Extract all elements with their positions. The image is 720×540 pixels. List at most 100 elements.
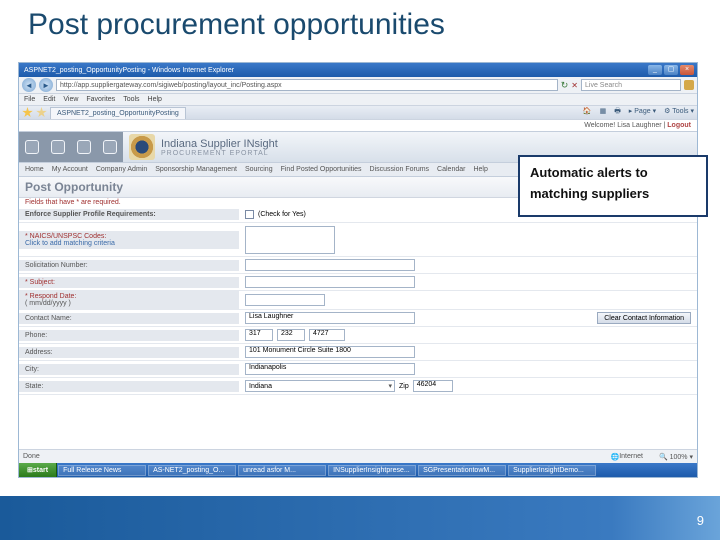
refresh-icon[interactable]: ↻ bbox=[561, 80, 569, 91]
phone-prefix-input[interactable]: 232 bbox=[277, 329, 305, 341]
favorites-icon[interactable] bbox=[22, 107, 33, 118]
nav-home[interactable]: Home bbox=[25, 166, 44, 173]
status-done: Done bbox=[23, 453, 610, 460]
browser-toolbar: ◄ ► http://app.suppliergateway.com/sigiw… bbox=[19, 77, 697, 94]
start-button[interactable]: ⊞ start bbox=[19, 463, 57, 477]
nav-sponsorship[interactable]: Sponsorship Management bbox=[155, 166, 237, 173]
label-contact: Contact Name: bbox=[19, 313, 239, 324]
label-phone: Phone: bbox=[19, 330, 239, 341]
taskbar-item[interactable]: Full Release News bbox=[58, 465, 146, 476]
state-select[interactable]: Indiana bbox=[245, 380, 395, 392]
banner-glyph-icon bbox=[77, 140, 91, 154]
tools-menu[interactable]: ⚙ Tools ▾ bbox=[664, 107, 694, 118]
close-button[interactable]: × bbox=[680, 65, 694, 75]
solicitation-input[interactable] bbox=[245, 259, 415, 271]
banner-icon-strip bbox=[19, 132, 123, 162]
welcome-label: Welcome! bbox=[584, 122, 617, 129]
nav-company-admin[interactable]: Company Admin bbox=[96, 166, 147, 173]
enforce-hint: (Check for Yes) bbox=[258, 211, 306, 218]
menu-file[interactable]: File bbox=[24, 96, 35, 103]
nav-calendar[interactable]: Calendar bbox=[437, 166, 465, 173]
zip-label: Zip bbox=[399, 383, 409, 390]
taskbar-item[interactable]: INSupplierInsightprese... bbox=[328, 465, 416, 476]
nav-forums[interactable]: Discussion Forums bbox=[370, 166, 430, 173]
row-city: City: Indianapolis bbox=[19, 361, 697, 378]
row-respond: * Respond Date: ( mm/dd/yyyy ) bbox=[19, 291, 697, 310]
search-input[interactable]: Live Search bbox=[581, 79, 681, 91]
label-naics: * NAICS/UNSPSC Codes: Click to add match… bbox=[19, 231, 239, 249]
taskbar-item[interactable]: SupplierInsightDemo... bbox=[508, 465, 596, 476]
home-icon[interactable]: 🏠 bbox=[583, 107, 592, 118]
forward-icon[interactable]: ► bbox=[39, 78, 53, 92]
label-respond: * Respond Date: ( mm/dd/yyyy ) bbox=[19, 291, 239, 309]
print-icon[interactable]: 🖶 bbox=[614, 107, 621, 118]
taskbar-item[interactable]: unread asfor M... bbox=[238, 465, 326, 476]
clear-contact-button[interactable]: Clear Contact Information bbox=[597, 312, 691, 324]
address-bar[interactable]: http://app.suppliergateway.com/sigiweb/p… bbox=[56, 79, 558, 91]
banner-glyph-icon bbox=[51, 140, 65, 154]
address-input[interactable]: 101 Monument Circle Suite 1800 bbox=[245, 346, 415, 358]
logout-link[interactable]: Logout bbox=[667, 122, 691, 129]
add-favorite-icon[interactable] bbox=[36, 107, 47, 118]
label-solicitation: Solicitation Number: bbox=[19, 260, 239, 271]
row-state: State: Indiana Zip 46204 bbox=[19, 378, 697, 395]
callout-line1: Automatic alerts to bbox=[530, 163, 696, 184]
label-state: State: bbox=[19, 381, 239, 392]
minimize-button[interactable]: _ bbox=[648, 65, 662, 75]
label-enforce: Enforce Supplier Profile Requirements: bbox=[19, 209, 239, 220]
zip-input[interactable]: 46204 bbox=[413, 380, 453, 392]
browser-tab[interactable]: ASPNET2_posting_OpportunityPosting bbox=[50, 107, 186, 119]
city-input[interactable]: Indianapolis bbox=[245, 363, 415, 375]
banner-glyph-icon bbox=[103, 140, 117, 154]
add-criteria-link[interactable]: Click to add matching criteria bbox=[25, 240, 115, 247]
taskbar-item[interactable]: SGPresentationtowM... bbox=[418, 465, 506, 476]
respond-date-input[interactable] bbox=[245, 294, 325, 306]
nav-my-account[interactable]: My Account bbox=[52, 166, 88, 173]
contact-name-input[interactable]: Lisa Laughner bbox=[245, 312, 415, 324]
windows-taskbar: ⊞ start Full Release News AS-NET2_postin… bbox=[19, 463, 697, 477]
maximize-button[interactable]: ▢ bbox=[664, 65, 678, 75]
respond-hint: ( mm/dd/yyyy ) bbox=[25, 300, 71, 307]
label-address: Address: bbox=[19, 347, 239, 358]
brand-title: Indiana Supplier INsight bbox=[161, 138, 278, 150]
phone-line-input[interactable]: 4727 bbox=[309, 329, 345, 341]
row-naics: * NAICS/UNSPSC Codes: Click to add match… bbox=[19, 223, 697, 257]
menu-view[interactable]: View bbox=[63, 96, 78, 103]
zoom-level[interactable]: 🔍 100% ▾ bbox=[659, 453, 693, 461]
window-title: ASPNET2_posting_OpportunityPosting - Win… bbox=[22, 67, 646, 74]
slide-title: Post procurement opportunities bbox=[0, 0, 720, 48]
page-menu[interactable]: ▸ Page ▾ bbox=[629, 107, 656, 118]
nav-help[interactable]: Help bbox=[473, 166, 487, 173]
welcome-user: Lisa Laughner bbox=[617, 122, 661, 129]
browser-menubar: File Edit View Favorites Tools Help bbox=[19, 94, 697, 106]
browser-statusbar: Done 🌐 Internet 🔍 100% ▾ bbox=[19, 449, 697, 463]
window-titlebar: ASPNET2_posting_OpportunityPosting - Win… bbox=[19, 63, 697, 77]
feeds-icon[interactable]: ▦ bbox=[600, 107, 607, 118]
menu-favorites[interactable]: Favorites bbox=[86, 96, 115, 103]
welcome-bar: Welcome! Lisa Laughner | Logout bbox=[19, 120, 697, 131]
nav-sourcing[interactable]: Sourcing bbox=[245, 166, 273, 173]
nav-find-opportunities[interactable]: Find Posted Opportunities bbox=[281, 166, 362, 173]
naics-field[interactable] bbox=[245, 226, 335, 254]
internet-zone-icon: 🌐 bbox=[610, 453, 619, 461]
state-seal-icon bbox=[129, 134, 155, 160]
brand-subtitle: PROCUREMENT EPORTAL bbox=[161, 150, 278, 157]
slide-footer: 9 bbox=[0, 496, 720, 540]
enforce-checkbox[interactable] bbox=[245, 210, 254, 219]
banner-glyph-icon bbox=[25, 140, 39, 154]
menu-tools[interactable]: Tools bbox=[123, 96, 139, 103]
label-city: City: bbox=[19, 364, 239, 375]
stop-icon[interactable]: ✕ bbox=[571, 81, 578, 90]
phone-area-input[interactable]: 317 bbox=[245, 329, 273, 341]
page-number: 9 bbox=[697, 513, 704, 528]
search-go-icon[interactable] bbox=[684, 80, 694, 90]
taskbar-item[interactable]: AS-NET2_posting_O... bbox=[148, 465, 236, 476]
subject-input[interactable] bbox=[245, 276, 415, 288]
label-subject: * Subject: bbox=[19, 277, 239, 288]
menu-edit[interactable]: Edit bbox=[43, 96, 55, 103]
status-zone: Internet bbox=[619, 453, 643, 460]
menu-help[interactable]: Help bbox=[148, 96, 162, 103]
annotation-callout: Automatic alerts to matching suppliers bbox=[518, 155, 708, 217]
back-icon[interactable]: ◄ bbox=[22, 78, 36, 92]
browser-window: ASPNET2_posting_OpportunityPosting - Win… bbox=[18, 62, 698, 478]
